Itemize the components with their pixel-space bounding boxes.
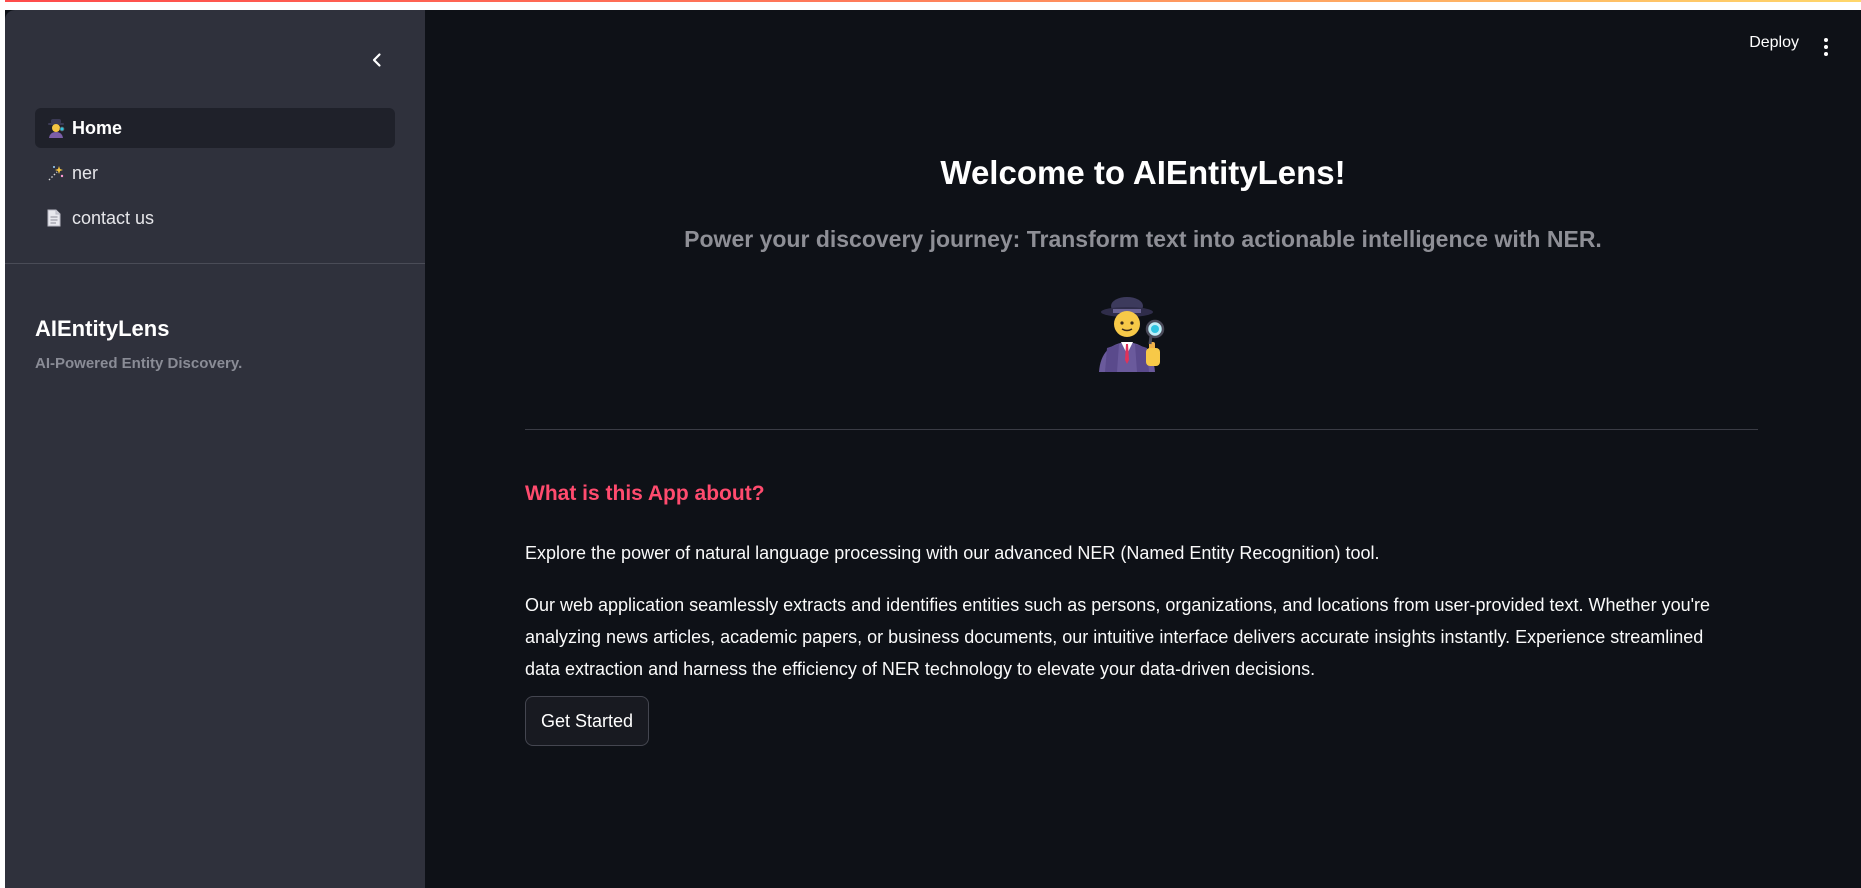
sidebar-item-contact-us[interactable]: contact us [35, 198, 395, 238]
sidebar-item-label: Home [72, 117, 123, 138]
page-title: Welcome to AIEntityLens! [940, 154, 1346, 191]
page-tagline: Power your discovery journey: Transform … [684, 226, 1602, 252]
description-paragraph: Our web application seamlessly extracts … [525, 595, 1711, 679]
sidebar-item-home[interactable]: Home [35, 108, 395, 148]
sidebar-divider [5, 263, 425, 264]
sidebar-item-ner[interactable]: ner [35, 153, 395, 193]
section-title: What is this App about? [525, 482, 765, 505]
collapse-sidebar-button[interactable] [361, 44, 393, 76]
app-window: Home ner contact us AIEntityLens AI-Powe… [5, 0, 1861, 888]
section-divider [525, 429, 1758, 430]
brand-title: AIEntityLens [35, 316, 170, 341]
detective-icon [47, 118, 69, 138]
document-icon [47, 209, 69, 227]
chevron-left-icon [372, 53, 381, 67]
sidebar: Home ner contact us AIEntityLens AI-Powe… [5, 10, 425, 888]
brand-subtitle: AI-Powered Entity Discovery. [35, 355, 243, 372]
get-started-button[interactable]: Get Started [525, 696, 650, 746]
detective-icon [1093, 292, 1165, 372]
sidebar-nav: Home ner contact us [35, 108, 395, 243]
top-decoration-stripe [5, 0, 1861, 10]
sparkles-icon [47, 164, 69, 182]
intro-paragraph: Explore the power of natural language pr… [525, 543, 1380, 563]
sidebar-item-label: ner [72, 162, 99, 183]
sidebar-item-label: contact us [72, 207, 155, 228]
main-content: Welcome to AIEntityLens! Power your disc… [425, 10, 1861, 888]
